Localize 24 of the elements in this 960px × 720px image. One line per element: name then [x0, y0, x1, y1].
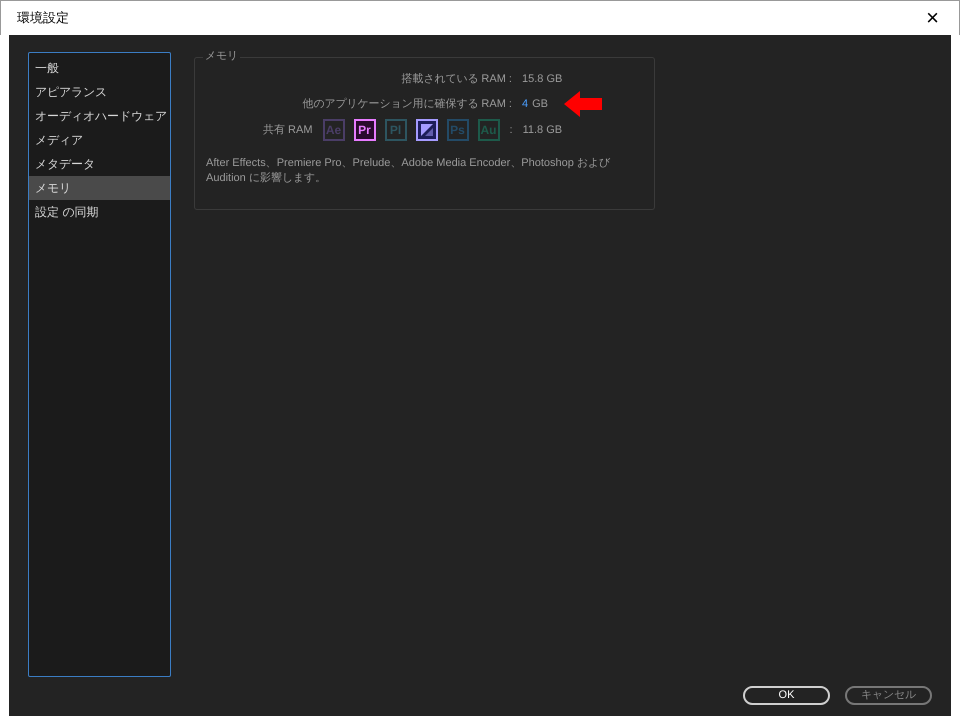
sidebar-item[interactable]: 設定 の同期: [29, 200, 170, 224]
reserved-ram-label: 他のアプリケーション用に確保する RAM :: [301, 96, 512, 112]
sidebar-item[interactable]: 一般: [29, 56, 170, 80]
dialog-button[interactable]: OK: [743, 686, 830, 705]
sidebar-item[interactable]: メモリ: [29, 176, 170, 200]
shared-ram-separator: :: [510, 122, 513, 138]
reserved-ram-value[interactable]: 4: [522, 96, 528, 112]
close-button[interactable]: ×: [926, 7, 943, 29]
sidebar-item[interactable]: アピアランス: [29, 80, 170, 104]
shared-ram-value: 11.8 GB: [522, 122, 562, 138]
window-title: 環境設定: [17, 9, 69, 28]
sidebar-item[interactable]: メディア: [29, 128, 170, 152]
note-text: After Effects、Premiere Pro、Prelude、Adobe Media Encoder、Photoshop および Audition に影響します。: [206, 156, 611, 186]
app-icon: Ps: [446, 119, 468, 141]
reserved-ram-unit: GB: [532, 96, 548, 112]
sidebar-item[interactable]: メタデータ: [29, 152, 170, 176]
installed-ram-value: 15.8 GB: [522, 72, 562, 87]
sidebar-item[interactable]: オーディオハードウェア: [29, 104, 170, 128]
shared-ram-label: 共有 RAM: [263, 122, 312, 138]
arrow-icon: [564, 91, 602, 117]
installed-ram-label: 搭載されている RAM :: [400, 72, 512, 87]
app-icon: Ae: [322, 119, 344, 141]
app-icon: Pl: [384, 119, 406, 141]
app-icon: Pr: [354, 119, 376, 141]
